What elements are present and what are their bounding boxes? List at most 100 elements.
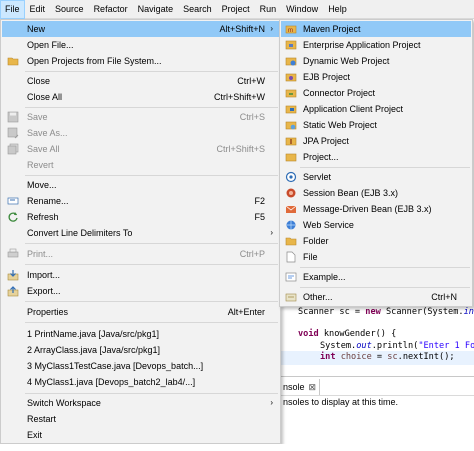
menu-item-properties[interactable]: Properties Alt+Enter: [2, 304, 279, 320]
menu-item-save[interactable]: Save Ctrl+S: [2, 109, 279, 125]
submenu-item-enterprise-application-project[interactable]: Enterprise Application Project: [281, 37, 471, 53]
menu-item-import[interactable]: Import...: [2, 267, 279, 283]
menu-help[interactable]: Help: [323, 0, 352, 19]
status-area: [0, 444, 474, 451]
submenu-arrow-icon: ›: [270, 24, 273, 33]
ejb-project-icon: [285, 73, 297, 82]
menu-separator: [25, 301, 278, 302]
menu-item-save-as[interactable]: Save As...: [2, 125, 279, 141]
submenu-item-web-service[interactable]: Web Service: [281, 217, 471, 233]
menu-separator: [25, 322, 278, 323]
code-line: Scanner sc = new Scanner(System.in: [298, 307, 474, 317]
menu-project[interactable]: Project: [217, 0, 255, 19]
menu-edit[interactable]: Edit: [25, 0, 51, 19]
menu-item-recent-file[interactable]: 3 MyClass1TestCase.java [Devops_batch...…: [2, 358, 279, 374]
menu-separator: [25, 71, 278, 72]
submenu-item-dynamic-web-project[interactable]: Dynamic Web Project: [281, 53, 471, 69]
menu-item-close[interactable]: Close Ctrl+W: [2, 73, 279, 89]
menu-item-recent-file[interactable]: 2 ArrayClass.java [Java/src/pkg1]: [2, 342, 279, 358]
folder-icon: [285, 237, 297, 246]
refresh-icon: [8, 212, 18, 222]
tab-console[interactable]: nsole ⊠: [280, 379, 320, 395]
menu-item-recent-file[interactable]: 4 MyClass1.java [Devops_batch2_lab4/...]: [2, 374, 279, 390]
submenu-arrow-icon: ›: [270, 228, 273, 237]
submenu-item-application-client-project[interactable]: Application Client Project: [281, 101, 471, 117]
export-icon: [7, 286, 19, 297]
rename-icon: [7, 197, 19, 205]
print-icon: [7, 248, 19, 258]
save-as-icon: [7, 127, 19, 139]
menu-refactor[interactable]: Refactor: [89, 0, 133, 19]
session-bean-icon: [286, 188, 296, 198]
menu-bar: File Edit Source Refactor Navigate Searc…: [0, 0, 474, 19]
submenu-item-connector-project[interactable]: Connector Project: [281, 85, 471, 101]
submenu-item-message-driven-bean[interactable]: Message-Driven Bean (EJB 3.x): [281, 201, 471, 217]
menu-item-switch-workspace[interactable]: Switch Workspace ›: [2, 395, 279, 411]
menu-item-print[interactable]: Print... Ctrl+P: [2, 246, 279, 262]
submenu-item-file[interactable]: File: [281, 249, 471, 265]
submenu-item-static-web-project[interactable]: Static Web Project: [281, 117, 471, 133]
submenu-item-other[interactable]: Other... Ctrl+N: [281, 289, 471, 305]
menu-item-refresh[interactable]: Refresh F5: [2, 209, 279, 225]
folder-open-icon: [7, 57, 19, 66]
menu-run[interactable]: Run: [255, 0, 282, 19]
menu-source[interactable]: Source: [50, 0, 89, 19]
menu-item-open-file[interactable]: Open File...: [2, 37, 279, 53]
menu-window[interactable]: Window: [281, 0, 323, 19]
menu-item-move[interactable]: Move...: [2, 177, 279, 193]
save-all-icon: [7, 143, 19, 155]
web-project-icon: [285, 57, 297, 66]
maven-project-icon: m: [285, 25, 297, 34]
web-service-icon: [286, 220, 296, 230]
svg-text:m: m: [288, 28, 293, 34]
menu-item-recent-file[interactable]: 1 PrintName.java [Java/src/pkg1]: [2, 326, 279, 342]
client-project-icon: [285, 105, 297, 114]
menu-separator: [300, 167, 470, 168]
menu-separator: [25, 243, 278, 244]
static-web-project-icon: [285, 121, 297, 130]
menu-separator: [25, 107, 278, 108]
menu-file[interactable]: File: [0, 0, 25, 19]
submenu-item-ejb-project[interactable]: EJB Project: [281, 69, 471, 85]
save-icon: [7, 111, 19, 123]
import-icon: [7, 270, 19, 281]
menu-item-new[interactable]: New Alt+Shift+N ›: [2, 21, 279, 37]
menu-item-restart[interactable]: Restart: [2, 411, 279, 427]
menu-separator: [25, 175, 278, 176]
new-submenu: m Maven Project Enterprise Application P…: [279, 19, 473, 307]
menu-navigate[interactable]: Navigate: [133, 0, 179, 19]
menu-item-rename[interactable]: Rename... F2: [2, 193, 279, 209]
example-icon: [285, 272, 297, 282]
menu-item-convert-line-delimiters[interactable]: Convert Line Delimiters To ›: [2, 225, 279, 241]
menu-item-save-all[interactable]: Save All Ctrl+Shift+S: [2, 141, 279, 157]
jpa-project-icon: [285, 137, 297, 146]
other-wizard-icon: [285, 293, 297, 302]
close-icon[interactable]: ⊠: [309, 382, 317, 392]
file-menu: New Alt+Shift+N › Open File... Open Proj…: [0, 19, 281, 444]
file-icon: [286, 251, 296, 263]
menu-item-export[interactable]: Export...: [2, 283, 279, 299]
enterprise-project-icon: [285, 40, 297, 50]
code-line: void knowGender() {: [298, 329, 397, 339]
menu-item-close-all[interactable]: Close All Ctrl+Shift+W: [2, 89, 279, 105]
menu-item-open-projects[interactable]: Open Projects from File System...: [2, 53, 279, 69]
submenu-item-jpa-project[interactable]: JPA Project: [281, 133, 471, 149]
message-bean-icon: [285, 205, 297, 213]
submenu-item-servlet[interactable]: Servlet: [281, 169, 471, 185]
menu-item-revert[interactable]: Revert: [2, 157, 279, 173]
console-empty-message: nsoles to display at this time.: [283, 397, 399, 407]
submenu-arrow-icon: ›: [270, 398, 273, 407]
submenu-item-example[interactable]: Example...: [281, 269, 471, 285]
connector-project-icon: [285, 89, 297, 98]
servlet-icon: [285, 171, 297, 183]
menu-separator: [300, 287, 470, 288]
submenu-item-maven-project[interactable]: m Maven Project: [281, 21, 471, 37]
submenu-item-project[interactable]: Project...: [281, 149, 471, 165]
submenu-item-folder[interactable]: Folder: [281, 233, 471, 249]
menu-search[interactable]: Search: [178, 0, 217, 19]
project-icon: [285, 153, 297, 162]
code-line: System.out.println("Enter 1 Fo: [320, 341, 474, 351]
menu-item-exit[interactable]: Exit: [2, 427, 279, 443]
submenu-item-session-bean[interactable]: Session Bean (EJB 3.x): [281, 185, 471, 201]
menu-separator: [25, 264, 278, 265]
